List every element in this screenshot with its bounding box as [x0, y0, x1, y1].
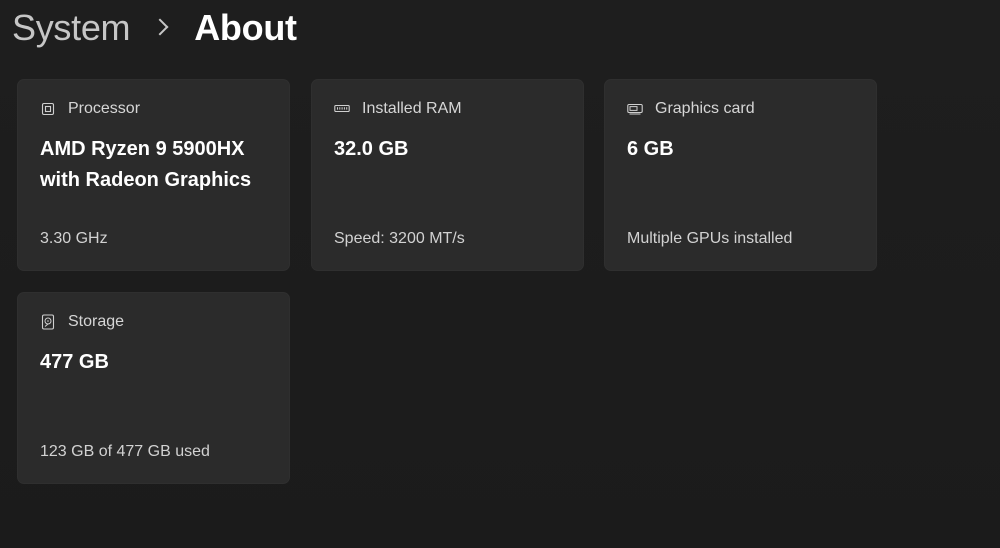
graphics-card-card: Graphics card 6 GB Multiple GPUs install… [604, 79, 877, 271]
processor-card-header: Processor [40, 100, 140, 118]
breadcrumb: System About [12, 4, 297, 52]
installed-ram-card-header: Installed RAM [334, 100, 462, 118]
processor-icon [40, 101, 56, 117]
storage-label: Storage [68, 313, 125, 330]
processor-card: Processor AMD Ryzen 9 5900HX with Radeon… [17, 79, 290, 271]
storage-card-header: Storage [40, 313, 124, 331]
chevron-right-icon [151, 18, 169, 36]
graphics-card-label: Graphics card [655, 100, 755, 117]
graphics-card-detail: Multiple GPUs installed [627, 230, 793, 247]
installed-ram-label: Installed RAM [362, 100, 462, 117]
graphics-card-header: Graphics card [627, 100, 755, 118]
graphics-card-value: 6 GB [627, 138, 674, 160]
breadcrumb-system-link[interactable]: System [12, 7, 131, 49]
processor-speed: 3.30 GHz [40, 230, 108, 247]
page-title: About [194, 7, 297, 48]
installed-ram-card: Installed RAM 32.0 GB Speed: 3200 MT/s [311, 79, 584, 271]
ram-speed: Speed: 3200 MT/s [334, 230, 465, 247]
graphics-card-icon [627, 101, 643, 117]
ram-icon [334, 101, 350, 117]
storage-usage: 123 GB of 477 GB used [40, 443, 210, 460]
processor-label: Processor [68, 100, 141, 117]
processor-value: AMD Ryzen 9 5900HX with Radeon Graphics [40, 138, 252, 191]
storage-value: 477 GB [40, 351, 109, 373]
installed-ram-value: 32.0 GB [334, 138, 409, 160]
storage-card: Storage 477 GB 123 GB of 477 GB used [17, 292, 290, 484]
storage-icon [40, 314, 56, 330]
